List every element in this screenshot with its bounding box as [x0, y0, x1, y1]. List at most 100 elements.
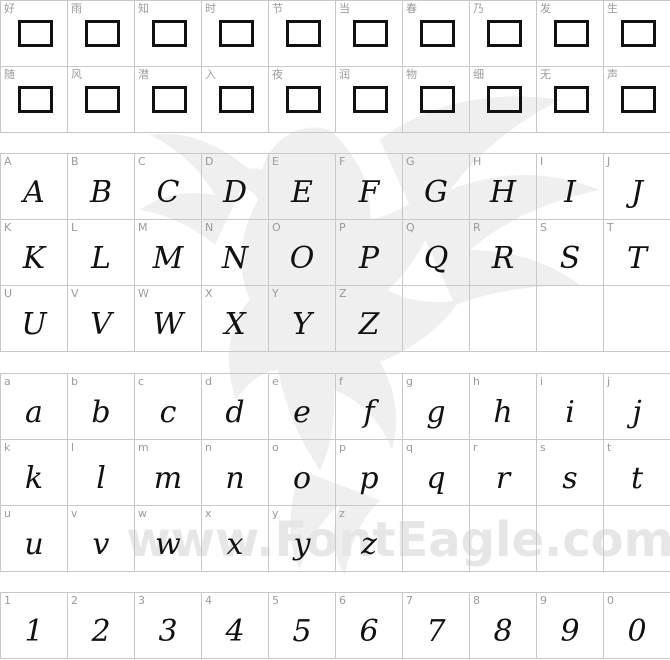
glyph-cell: EE	[269, 154, 336, 220]
empty-cell	[470, 286, 537, 352]
glyph-cell: 入	[202, 67, 269, 133]
glyph-cell: 发	[537, 1, 604, 67]
missing-glyph-box	[621, 20, 656, 47]
glyph-cell: dd	[202, 374, 269, 440]
glyph-sample: 4	[225, 614, 245, 649]
glyph-cell: ee	[269, 374, 336, 440]
empty-cell	[537, 286, 604, 352]
glyph-cell: vv	[68, 506, 135, 572]
glyph-sample: b	[91, 395, 111, 430]
missing-glyph-box	[487, 20, 522, 47]
glyph-cell: 雨	[68, 1, 135, 67]
glyph-cell: SS	[537, 220, 604, 286]
glyph-cell: BB	[68, 154, 135, 220]
glyph-cell: 夜	[269, 67, 336, 133]
glyph-cell: jj	[604, 374, 670, 440]
glyph-sample: I	[564, 175, 576, 210]
glyph-sample: M	[152, 241, 184, 276]
glyph-label: 当	[339, 2, 350, 15]
missing-glyph-box	[18, 20, 53, 47]
glyph-sample: J	[630, 175, 644, 210]
missing-glyph-box	[420, 86, 455, 113]
glyph-sample: 5	[292, 614, 312, 649]
glyph-cell: CC	[135, 154, 202, 220]
glyph-sample: 0	[627, 614, 647, 649]
glyph-sample: w	[155, 527, 181, 562]
digit-glyph-grid: 11223344556677889900	[0, 592, 670, 659]
glyph-cell: ii	[537, 374, 604, 440]
empty-cell	[604, 506, 670, 572]
glyph-cell: 知	[135, 1, 202, 67]
glyph-sample: Q	[423, 241, 449, 276]
glyph-cell: 生	[604, 1, 670, 67]
glyph-cell: PP	[336, 220, 403, 286]
glyph-cell: cc	[135, 374, 202, 440]
glyph-sample: X	[224, 307, 246, 342]
glyph-sample: i	[565, 395, 575, 430]
glyph-cell: 潜	[135, 67, 202, 133]
glyph-cell: 00	[604, 593, 670, 659]
glyph-cell: ZZ	[336, 286, 403, 352]
glyph-sample: 1	[24, 614, 44, 649]
glyph-sample: 3	[158, 614, 178, 649]
glyph-cell: oo	[269, 440, 336, 506]
glyph-label: 入	[205, 68, 216, 81]
glyph-sample: 2	[91, 614, 111, 649]
glyph-sample: S	[559, 241, 581, 276]
missing-glyph-box	[420, 20, 455, 47]
glyph-cell: 细	[470, 67, 537, 133]
glyph-cell: NN	[202, 220, 269, 286]
glyph-cell: nn	[202, 440, 269, 506]
glyph-cell: 乃	[470, 1, 537, 67]
glyph-cell: 好	[1, 1, 68, 67]
missing-glyph-box	[85, 86, 120, 113]
glyph-cell: bb	[68, 374, 135, 440]
glyph-sample: c	[159, 395, 177, 430]
glyph-cell: MM	[135, 220, 202, 286]
glyph-cell: GG	[403, 154, 470, 220]
glyph-sample: l	[96, 461, 106, 496]
glyph-sample: 7	[426, 614, 446, 649]
glyph-label: 潜	[138, 68, 149, 81]
glyph-cell: hh	[470, 374, 537, 440]
glyph-sample: B	[89, 175, 113, 210]
glyph-cell: TT	[604, 220, 670, 286]
glyph-cell: 22	[68, 593, 135, 659]
missing-glyph-box	[621, 86, 656, 113]
glyph-cell: LL	[68, 220, 135, 286]
glyph-cell: ff	[336, 374, 403, 440]
glyph-sample: 6	[359, 614, 379, 649]
missing-glyph-box	[219, 20, 254, 47]
glyph-cell: AA	[1, 154, 68, 220]
glyph-cell: 随	[1, 67, 68, 133]
glyph-sample: r	[495, 461, 511, 496]
glyph-sample: W	[152, 307, 184, 342]
cjk-glyph-grid: 好 雨 知 时 节 当 春 乃 发 生随 风 潜 入 夜 润 物 细 无 声	[0, 0, 670, 133]
glyph-cell: QQ	[403, 220, 470, 286]
glyph-sample: f	[363, 395, 375, 430]
glyph-sample: d	[225, 395, 245, 430]
glyph-sample: K	[22, 241, 46, 276]
glyph-sample: q	[426, 461, 446, 496]
glyph-label: 乃	[473, 2, 484, 15]
glyph-cell: 33	[135, 593, 202, 659]
glyph-sample: U	[21, 307, 47, 342]
glyph-sample: R	[491, 241, 515, 276]
glyph-label: 好	[4, 2, 15, 15]
glyph-sample: C	[156, 175, 180, 210]
empty-cell	[537, 506, 604, 572]
glyph-cell: WW	[135, 286, 202, 352]
glyph-cell: ss	[537, 440, 604, 506]
missing-glyph-box	[152, 86, 187, 113]
glyph-cell: 99	[537, 593, 604, 659]
glyph-sample: Y	[292, 307, 312, 342]
glyph-label: 润	[339, 68, 350, 81]
missing-glyph-box	[554, 20, 589, 47]
glyph-cell: 物	[403, 67, 470, 133]
glyph-label: 随	[4, 68, 15, 81]
glyph-cell: 44	[202, 593, 269, 659]
glyph-label: 细	[473, 68, 484, 81]
glyph-cell: HH	[470, 154, 537, 220]
glyph-sample: h	[493, 395, 513, 430]
glyph-cell: 润	[336, 67, 403, 133]
